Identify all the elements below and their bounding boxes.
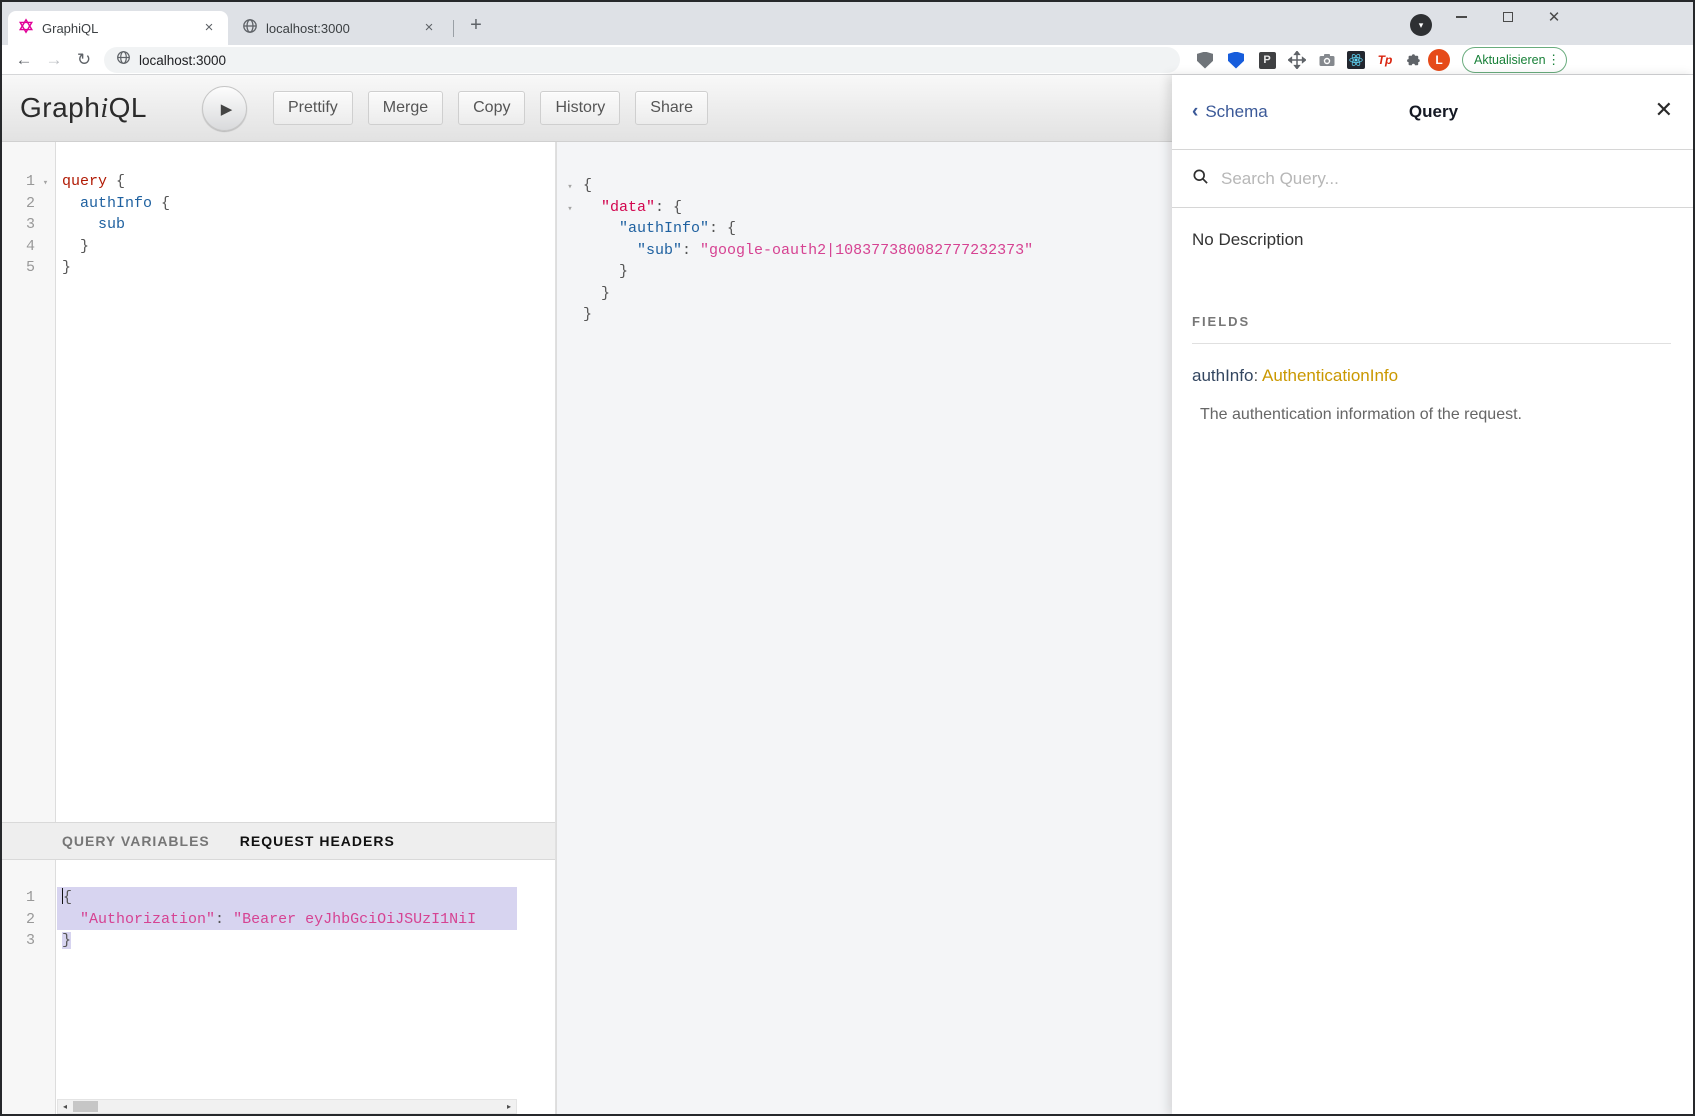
fold-arrow-icon[interactable]: ▾ xyxy=(35,173,56,195)
scroll-left-icon[interactable]: ◂ xyxy=(58,1102,72,1111)
graphiql-topbar: GraphiQL ▶ Prettify Merge Copy History Share xyxy=(0,75,1172,142)
p-extension-icon[interactable]: P xyxy=(1257,50,1277,70)
profile-avatar[interactable]: L xyxy=(1428,49,1450,71)
back-icon[interactable]: ← xyxy=(12,48,36,72)
code-line: ▾ "data": { xyxy=(557,197,1172,219)
fold-arrow-icon[interactable]: ▾ xyxy=(557,177,583,199)
graphiql-app: GraphiQL ▶ Prettify Merge Copy History Share… xyxy=(0,75,1695,1116)
browser-tab-strip: GraphiQL × localhost:3000 × + ▾ ✕ xyxy=(0,0,1695,45)
url-text: localhost:3000 xyxy=(139,53,226,68)
field-row: authInfo: AuthenticationInfo xyxy=(1192,366,1671,386)
graphiql-logo: GraphiQL xyxy=(20,92,147,125)
type-name-link[interactable]: AuthenticationInfo xyxy=(1262,366,1398,385)
response-pane[interactable]: ▾{▾ "data": { "authInfo": { "sub": "goog… xyxy=(556,142,1172,1116)
field-description: The authentication information of the re… xyxy=(1192,406,1671,424)
graphql-hexagram-icon xyxy=(18,18,34,39)
tab-request-headers[interactable]: REQUEST HEADERS xyxy=(240,833,395,849)
fields-section-label: FIELDS xyxy=(1192,314,1671,329)
toolbar-button-share[interactable]: Share xyxy=(635,91,708,125)
code-line: 5} xyxy=(0,257,555,279)
doc-explorer-panel: ‹ Schema Query ✕ No Description FIELDS a… xyxy=(1172,75,1695,1116)
tab-title: localhost:3000 xyxy=(266,21,420,36)
fields-divider xyxy=(1192,343,1671,344)
new-tab-button[interactable]: + xyxy=(462,12,490,40)
camera-icon[interactable] xyxy=(1317,50,1337,70)
code-line: 1{ xyxy=(0,887,555,909)
move-crosshair-icon[interactable] xyxy=(1287,50,1307,70)
doc-search-input[interactable] xyxy=(1221,169,1641,189)
scrollbar-thumb[interactable] xyxy=(73,1101,98,1112)
code-line: } xyxy=(557,283,1172,305)
window-maximize-button[interactable] xyxy=(1492,6,1524,28)
kebab-menu-icon[interactable]: ⋮ xyxy=(1546,52,1562,68)
search-icon xyxy=(1192,168,1209,190)
code-line: 3} xyxy=(0,930,555,952)
request-headers-editor[interactable]: 1{2 "Authorization": "Bearer eyJhbGciOiJ… xyxy=(0,860,555,1116)
tab-graphiql[interactable]: GraphiQL × xyxy=(8,11,228,45)
type-description: No Description xyxy=(1192,230,1671,250)
play-icon: ▶ xyxy=(221,101,233,118)
extensions-puzzle-icon[interactable] xyxy=(1403,50,1423,70)
toolbar-button-copy[interactable]: Copy xyxy=(458,91,525,125)
toolbar-button-merge[interactable]: Merge xyxy=(368,91,443,125)
address-bar[interactable]: localhost:3000 xyxy=(104,47,1180,73)
scroll-right-icon[interactable]: ▸ xyxy=(502,1102,516,1111)
tab-query-variables[interactable]: QUERY VARIABLES xyxy=(62,833,210,849)
execute-query-button[interactable]: ▶ xyxy=(202,86,247,131)
reload-icon[interactable]: ↻ xyxy=(72,48,96,72)
react-devtools-icon[interactable] xyxy=(1346,50,1366,70)
browser-toolbar: ← → ↻ localhost:3000 P Tp L Aktualisiere… xyxy=(0,45,1695,75)
bitwarden-shield-icon[interactable] xyxy=(1226,50,1246,70)
update-label: Aktualisieren xyxy=(1474,53,1546,67)
doc-explorer-header: ‹ Schema Query ✕ xyxy=(1172,75,1695,150)
code-line: 2 "Authorization": "Bearer eyJhbGciOiJSU… xyxy=(0,909,555,931)
field-name-link[interactable]: authInfo xyxy=(1192,366,1253,385)
query-editor[interactable]: 1▾query {2 authInfo {3 sub4 }5} xyxy=(0,142,555,822)
fold-arrow-icon[interactable]: ▾ xyxy=(557,199,583,221)
doc-content: No Description FIELDS authInfo: Authenti… xyxy=(1172,208,1695,424)
code-line: 3 sub xyxy=(0,214,555,236)
code-line: 4 } xyxy=(0,236,555,258)
tampermonkey-tp-icon[interactable]: Tp xyxy=(1375,50,1395,70)
tab-separator xyxy=(453,20,454,37)
doc-search-box xyxy=(1172,150,1695,208)
globe-icon xyxy=(116,50,131,70)
tab-title: GraphiQL xyxy=(42,21,200,36)
doc-close-icon[interactable]: ✕ xyxy=(1655,97,1673,123)
window-close-button[interactable]: ✕ xyxy=(1538,6,1570,28)
code-line: 2 authInfo { xyxy=(0,193,555,215)
close-tab-icon[interactable]: × xyxy=(200,19,218,37)
gq-toolbar-buttons: Prettify Merge Copy History Share xyxy=(273,91,708,125)
chrome-update-button[interactable]: Aktualisieren ⋮ xyxy=(1462,47,1567,73)
code-line: 1▾query { xyxy=(0,171,555,193)
window-minimize-button[interactable] xyxy=(1445,6,1477,28)
toolbar-button-history[interactable]: History xyxy=(540,91,620,125)
minimize-icon xyxy=(1456,16,1467,18)
variables-title-bar: QUERY VARIABLES REQUEST HEADERS xyxy=(0,822,555,860)
doc-title: Query xyxy=(1172,102,1695,122)
chrome-chevron-button[interactable]: ▾ xyxy=(1410,14,1432,36)
maximize-icon xyxy=(1503,12,1513,22)
forward-icon[interactable]: → xyxy=(42,48,66,72)
toolbar-button-prettify[interactable]: Prettify xyxy=(273,91,353,125)
close-tab-icon[interactable]: × xyxy=(420,19,438,37)
code-line: ▾{ xyxy=(557,175,1172,197)
horizontal-scrollbar[interactable]: ◂ ▸ xyxy=(57,1099,517,1114)
editor-pane: 1▾query {2 authInfo {3 sub4 }5} QUERY VA… xyxy=(0,142,556,1116)
ublock-shield-icon[interactable] xyxy=(1195,50,1215,70)
code-line: "sub": "google-oauth2|108377380082777232… xyxy=(557,240,1172,262)
code-line: "authInfo": { xyxy=(557,218,1172,240)
code-line: } xyxy=(557,261,1172,283)
globe-icon xyxy=(242,18,258,39)
tab-localhost[interactable]: localhost:3000 × xyxy=(232,11,448,45)
code-line: } xyxy=(557,304,1172,326)
